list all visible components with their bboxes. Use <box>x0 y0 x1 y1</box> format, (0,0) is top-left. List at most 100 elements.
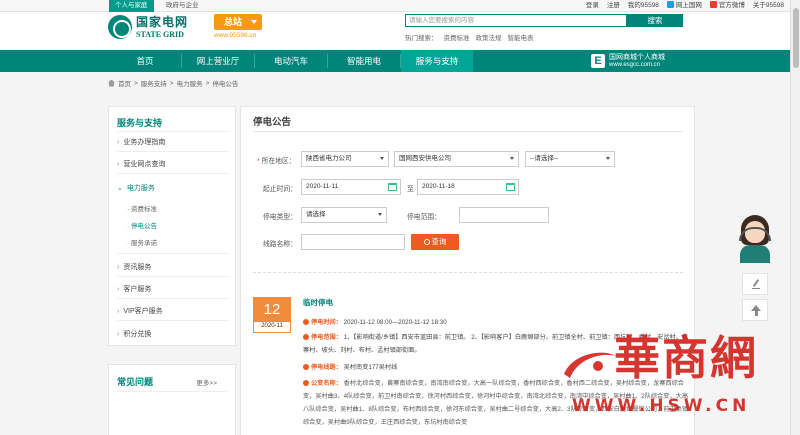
faq-title: 常见问题 <box>117 377 154 387</box>
back-to-top-button[interactable] <box>742 299 768 321</box>
weibo-link[interactable]: 官方微博 <box>709 0 745 12</box>
calendar-icon[interactable] <box>388 183 397 191</box>
city-select[interactable]: 国网西安供电公司 <box>394 151 519 167</box>
hot-search-item[interactable]: 资费标准 <box>444 32 470 42</box>
nav-home[interactable]: 首页 <box>109 50 181 72</box>
register-link[interactable]: 注册 <box>607 0 620 12</box>
sidebar-item-outlets[interactable]: 营业网点查询 <box>117 159 229 169</box>
main-nav: 首页 网上营业厅 电动汽车 智能用电 服务与支持 E 国网商城个人商城 www.… <box>0 50 800 72</box>
breadcrumb-sep: > <box>134 79 138 87</box>
sidebar-sub-outage[interactable]: · 停电公告 <box>127 220 157 230</box>
hot-search-label: 热门搜索： <box>405 35 438 42</box>
divider <box>253 272 683 273</box>
nav-ev[interactable]: 电动汽车 <box>255 50 327 72</box>
hot-search-item[interactable]: 智能电表 <box>508 32 534 42</box>
customer-service-widget <box>735 215 777 325</box>
my-95598-link[interactable]: 我的95598 <box>628 0 659 12</box>
phone-icon <box>666 1 674 8</box>
sidebar-item-news[interactable]: 资讯服务 <box>117 262 229 272</box>
divider <box>117 151 229 152</box>
sidebar: 服务与支持 业务办理指南 营业网点查询 电力服务 · 资费标准 · 停电公告 ·… <box>108 106 236 346</box>
sidebar-item-customer[interactable]: 客户服务 <box>117 284 229 294</box>
notice-title[interactable]: 临时停电 <box>303 297 333 308</box>
district-select[interactable]: --请选择-- <box>525 151 615 167</box>
sidebar-title: 服务与支持 <box>117 118 163 128</box>
site-url: www.95598.cn <box>214 32 257 39</box>
chevron-down-icon <box>606 157 610 160</box>
range-input[interactable] <box>459 207 549 223</box>
top-bar: 个人与家庭 政府与企业 登录 注册 我的95598 网上国网 官方微博 关于95… <box>0 0 800 12</box>
tab-government-enterprise[interactable]: 政府与企业 <box>160 0 205 12</box>
page-scrollbar[interactable] <box>790 0 800 435</box>
sidebar-item-guide[interactable]: 业务办理指南 <box>117 137 229 147</box>
breadcrumb-service[interactable]: 服务支持 <box>141 78 167 88</box>
query-button[interactable]: 查询 <box>411 234 459 250</box>
logo-en-text[interactable]: STATE GRID <box>136 30 184 39</box>
nav-smart-power[interactable]: 智能用电 <box>328 50 400 72</box>
sidebar-item-power-service[interactable]: 电力服务 <box>117 183 229 193</box>
online-grid-link[interactable]: 网上国网 <box>666 0 702 12</box>
watermark-en: WWW.HSW.CN <box>572 396 751 416</box>
divider <box>117 131 229 132</box>
time-to-label: 至 <box>407 186 414 193</box>
site-switch-button[interactable]: 总站 <box>214 14 262 30</box>
watermark-swoosh-icon <box>564 352 616 378</box>
divider <box>117 173 229 174</box>
breadcrumb-home[interactable]: 首页 <box>118 78 131 88</box>
notice-year-month: 2020-11 <box>261 323 283 329</box>
breadcrumb-sep: > <box>169 79 174 87</box>
search-input[interactable]: 请输入您要搜索的内容 <box>405 14 627 27</box>
divider <box>117 253 229 254</box>
logo-cn-text[interactable]: 国家电网 <box>136 13 188 30</box>
end-date-input[interactable]: 2020-11-18 <box>417 179 519 195</box>
line-label: 线路名称： <box>263 241 297 248</box>
breadcrumb: 首页 > 服务支持 > 电力服务 > 停电公告 <box>108 78 238 88</box>
about-link[interactable]: 关于95598 <box>753 0 784 12</box>
line-name-input[interactable] <box>301 234 405 250</box>
sidebar-sub-tariff[interactable]: · 资费标准 <box>127 203 157 213</box>
mall-name: 国网商城个人商城 <box>609 53 665 61</box>
outage-type-select[interactable]: 请选择 <box>301 207 387 223</box>
area-label: * 所在地区： <box>257 158 296 165</box>
sidebar-sub-promise[interactable]: · 服务承诺 <box>127 237 157 247</box>
faq-more-link[interactable]: 更多>> <box>196 377 217 387</box>
chevron-down-icon <box>380 157 384 160</box>
time-label: 起止时间： <box>263 186 297 193</box>
edit-icon <box>752 279 760 289</box>
page-root: 个人与家庭 政府与企业 登录 注册 我的95598 网上国网 官方微博 关于95… <box>0 0 800 435</box>
chevron-down-icon <box>251 20 257 24</box>
tab-personal-family[interactable]: 个人与家庭 <box>109 0 154 12</box>
esgcc-logo-icon: E <box>591 54 605 68</box>
home-icon <box>108 79 115 87</box>
scrollbar-thumb[interactable] <box>793 8 799 68</box>
chevron-down-icon <box>510 157 514 160</box>
calendar-icon[interactable] <box>506 183 515 191</box>
hot-search: 热门搜索： 资费标准 政策法规 智能电表 <box>405 32 534 42</box>
state-grid-logo-icon[interactable] <box>108 15 132 39</box>
type-label: 停电类型： <box>263 214 297 221</box>
nav-service-support[interactable]: 服务与支持 <box>401 50 473 72</box>
divider <box>253 131 683 132</box>
esgcc-mall-link[interactable]: E 国网商城个人商城 www.esgcc.com.cn <box>591 52 665 70</box>
weibo-icon <box>709 1 717 8</box>
province-select[interactable]: 陕西省电力公司 <box>301 151 389 167</box>
start-date-input[interactable]: 2020-11-11 <box>301 179 401 195</box>
divider <box>117 320 229 321</box>
breadcrumb-power[interactable]: 电力服务 <box>177 78 203 88</box>
feedback-button[interactable] <box>742 273 768 295</box>
watermark-cn: 華商網 <box>614 331 758 385</box>
arrow-up-icon <box>751 305 761 316</box>
breadcrumb-current: 停电公告 <box>212 81 239 88</box>
divider <box>117 298 229 299</box>
chevron-down-icon <box>378 213 382 216</box>
sidebar-item-vip[interactable]: VIP客户服务 <box>117 306 229 316</box>
nav-online-hall[interactable]: 网上营业厅 <box>182 50 254 72</box>
hot-search-item[interactable]: 政策法规 <box>476 32 502 42</box>
service-avatar[interactable] <box>737 215 773 263</box>
search-button[interactable]: 搜索 <box>627 14 683 27</box>
login-link[interactable]: 登录 <box>586 0 599 12</box>
faq-panel: 常见问题 更多>> <box>108 364 236 435</box>
site-header: 国家电网 STATE GRID 总站 www.95598.cn 请输入您要搜索的… <box>0 12 800 50</box>
sidebar-item-points[interactable]: 积分兑换 <box>117 329 229 339</box>
range-label: 停电范围： <box>407 214 441 221</box>
